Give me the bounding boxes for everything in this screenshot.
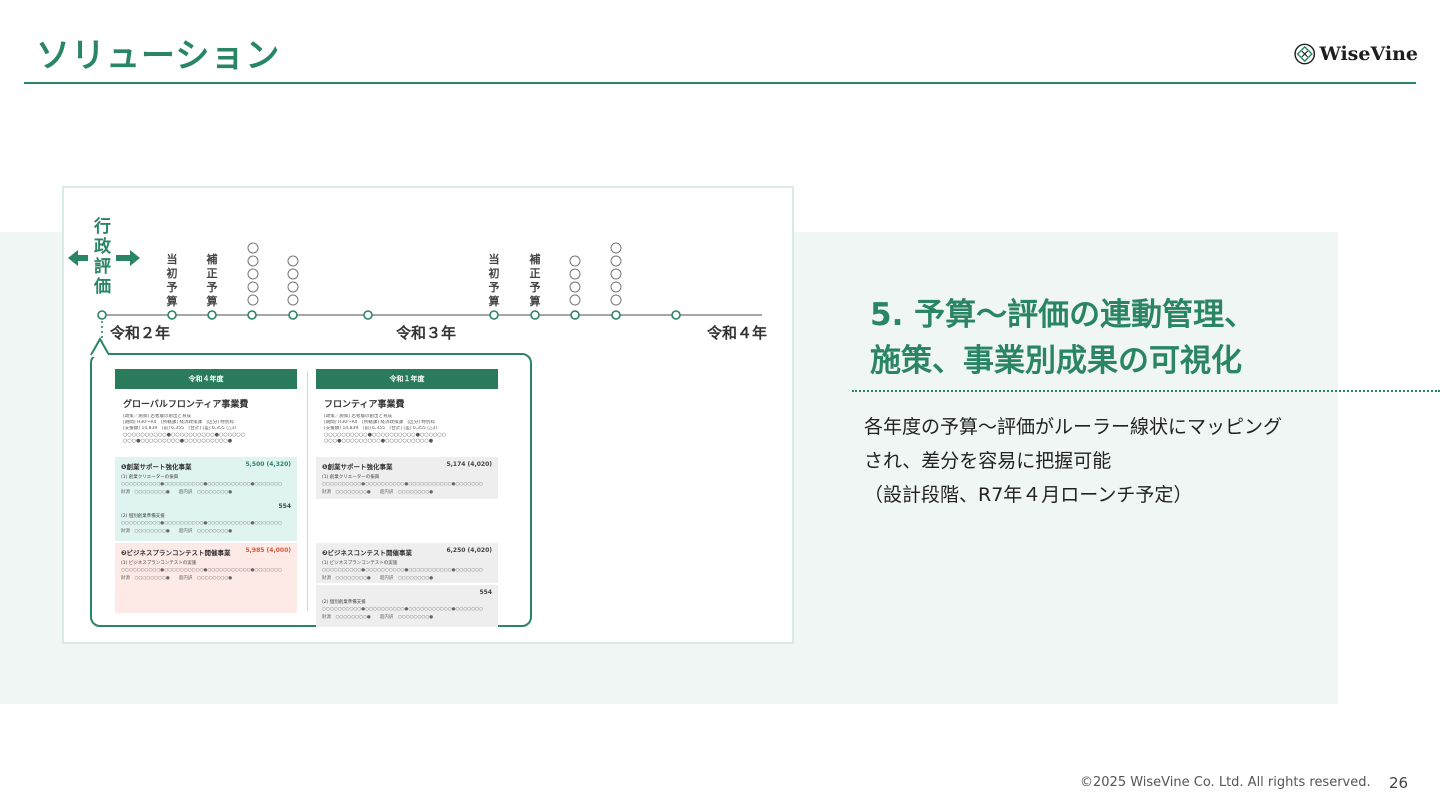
- business-amount: 554: [278, 503, 291, 510]
- business-item: 554 (2) 個別創業準備支援 ○○○○○○○○○○●○○○○○○○○○○●○…: [115, 499, 297, 541]
- business-item: ❷ビジネスコンテスト開催事業 6,250 (4,020) (1) ビジネスプランコ…: [316, 543, 498, 583]
- business-name: ❷ビジネスコンテスト開催事業: [322, 549, 413, 557]
- stage-label-char: 予: [207, 281, 218, 294]
- document-preview: 令和４年度 グローバルフロンティア事業費 [政策／施策] 若者層の創出と育成 […: [90, 353, 532, 627]
- section-heading: 5. 予算～評価の連動管理、 施策、事業別成果の可視化: [870, 292, 1310, 384]
- business-item: 554 (2) 個別創業準備支援 ○○○○○○○○○○●○○○○○○○○○○●○…: [316, 585, 498, 627]
- business-dots: ○○○○○○○○○○●○○○○○○○○○○●○○○○○○○○○○○●○○○○○○…: [322, 568, 483, 573]
- column-header: 令和４年度: [115, 369, 297, 389]
- business-item: ❶創業サポート強化事業 5,500 (4,320) (1) 創業クリエーターの振興…: [115, 457, 297, 499]
- dot-line: ○○○●○○○○○○○○○●○○○○○○○○○○●: [324, 438, 434, 444]
- business-dots: ○○○○○○○○○○●○○○○○○○○○○●○○○○○○○○○○○●○○○○○○…: [322, 607, 483, 612]
- logo-text: WiseVine: [1319, 43, 1418, 65]
- desc-line-2: され、差分を容易に把握可能: [864, 450, 1112, 472]
- stage-label-char: 算: [529, 294, 541, 308]
- business-tail: 財源 ○○○○○○○○● 超内訳 ○○○○○○○○●: [322, 490, 434, 495]
- wisevine-logo-icon: [1294, 43, 1316, 65]
- slide-title: ソリューション: [36, 36, 281, 76]
- stage-label-char: 正: [207, 267, 218, 280]
- preview-column-r4: 令和４年度 グローバルフロンティア事業費 [政策／施策] 若者層の創出と育成 […: [115, 369, 297, 613]
- callout-pointer: [90, 337, 110, 357]
- year-label-r2: 令和２年: [110, 324, 170, 342]
- column-header: 令和１年度: [316, 369, 498, 389]
- year-label-r3: 令和３年: [396, 324, 456, 342]
- column-divider: [307, 371, 308, 611]
- stage-label-char: 初: [489, 266, 500, 280]
- eval-char-1: 行: [93, 216, 111, 237]
- placeholder-markers: [247, 242, 622, 306]
- dot-line: ○○○●○○○○○○○○○●○○○○○○○○○○●: [123, 438, 233, 444]
- stage-label-char: 補: [529, 252, 541, 266]
- title-underline: [24, 82, 1416, 84]
- heading-line-1: 5. 予算～評価の連動管理、: [870, 297, 1256, 333]
- desc-line-1: 各年度の予算～評価がルーラー線状にマッピング: [864, 416, 1283, 438]
- business-tail: 財源 ○○○○○○○○● 超内訳 ○○○○○○○○●: [121, 576, 233, 581]
- year-labels: 令和２年 令和３年 令和４年: [110, 324, 767, 342]
- copyright: ©2025 WiseVine Co. Ltd. All rights reser…: [1080, 775, 1371, 790]
- business-dots: ○○○○○○○○○○●○○○○○○○○○○●○○○○○○○○○○○●○○○○○○…: [121, 521, 282, 526]
- eval-char-2: 政: [94, 236, 112, 257]
- business-sub: (1) ビジネスプランコンテストの実施: [322, 561, 398, 566]
- business-amount: 5,174 (4,020): [446, 461, 492, 468]
- stage-label-char: 正: [530, 267, 541, 280]
- business-amount: 554: [479, 589, 492, 596]
- timeline-left-label: 行 政 評 価: [93, 216, 112, 297]
- eval-char-4: 価: [93, 276, 111, 297]
- stage-label-char: 補: [206, 252, 218, 266]
- stage-label-char: 初: [167, 266, 178, 280]
- stage-label-char: 算: [166, 294, 178, 308]
- business-sub: (1) ビジネスプランコンテストの実施: [121, 561, 197, 566]
- stage-label-char: 予: [530, 281, 541, 294]
- business-item: ❶創業サポート強化事業 5,174 (4,020) (1) 創業クリエーターの振興…: [316, 457, 498, 499]
- business-amount: 6,250 (4,020): [446, 547, 492, 554]
- project-name: フロンティア事業費: [324, 400, 405, 410]
- timeline-ruler: 行 政 評 価 当初予算補正予算当初予算補正予算 令和２年 令和３年 令和４年: [68, 216, 767, 348]
- eval-char-3: 評: [94, 256, 111, 277]
- wisevine-logo: WiseVine: [1294, 38, 1418, 70]
- stage-label-char: 予: [167, 281, 178, 294]
- year-label-r4: 令和４年: [707, 324, 767, 342]
- desc-line-3: （設計段階、R7年４月ローンチ予定）: [864, 484, 1193, 506]
- business-name: ❶創業サポート強化事業: [121, 463, 192, 471]
- business-dots: ○○○○○○○○○○●○○○○○○○○○○●○○○○○○○○○○○●○○○○○○…: [322, 482, 483, 487]
- business-tail: 財源 ○○○○○○○○● 超内訳 ○○○○○○○○●: [121, 490, 233, 495]
- arrow-left-icon: [68, 250, 88, 266]
- stage-label-char: 当: [167, 252, 178, 266]
- business-tail: 財源 ○○○○○○○○● 超内訳 ○○○○○○○○●: [322, 576, 434, 581]
- business-tail: 財源 ○○○○○○○○● 超内訳 ○○○○○○○○●: [322, 615, 434, 620]
- business-tail: 財源 ○○○○○○○○● 超内訳 ○○○○○○○○●: [121, 529, 233, 534]
- stage-labels: 当初予算補正予算当初予算補正予算: [166, 252, 541, 308]
- business-amount: 5,500 (4,320): [245, 461, 291, 468]
- business-sub: (1) 創業クリエーターの振興: [322, 475, 380, 480]
- page-number: 26: [1389, 774, 1409, 792]
- heading-line-2: 施策、事業別成果の可視化: [870, 343, 1242, 379]
- business-item: ❷ビジネスプランコンテスト開催事業 5,985 (4,000) (1) ビジネスプ…: [115, 543, 297, 613]
- business-sub: (1) 創業クリエーターの振興: [121, 475, 179, 480]
- stage-label-char: 予: [489, 281, 500, 294]
- stage-label-char: 算: [206, 294, 218, 308]
- arrow-right-icon: [116, 250, 140, 266]
- stage-label-char: 当: [489, 252, 500, 266]
- preview-column-r1: 令和１年度 フロンティア事業費 [政策／施策] 若者層の創出と育成 [期間] H…: [316, 369, 498, 627]
- business-sub: (2) 個別創業準備支援: [121, 514, 165, 519]
- dotted-divider: [852, 390, 1440, 392]
- business-name: ❷ビジネスプランコンテスト開催事業: [121, 549, 231, 557]
- project-name: グローバルフロンティア事業費: [123, 400, 249, 410]
- business-amount: 5,985 (4,000): [245, 547, 291, 554]
- business-dots: ○○○○○○○○○○●○○○○○○○○○○●○○○○○○○○○○○●○○○○○○…: [121, 482, 282, 487]
- business-dots: ○○○○○○○○○○●○○○○○○○○○○●○○○○○○○○○○○●○○○○○○…: [121, 568, 282, 573]
- business-sub: (2) 個別創業準備支援: [322, 600, 366, 605]
- business-name: ❶創業サポート強化事業: [322, 463, 393, 471]
- description: 各年度の予算～評価がルーラー線状にマッピング され、差分を容易に把握可能 （設計…: [864, 410, 1334, 512]
- stage-label-char: 算: [488, 294, 500, 308]
